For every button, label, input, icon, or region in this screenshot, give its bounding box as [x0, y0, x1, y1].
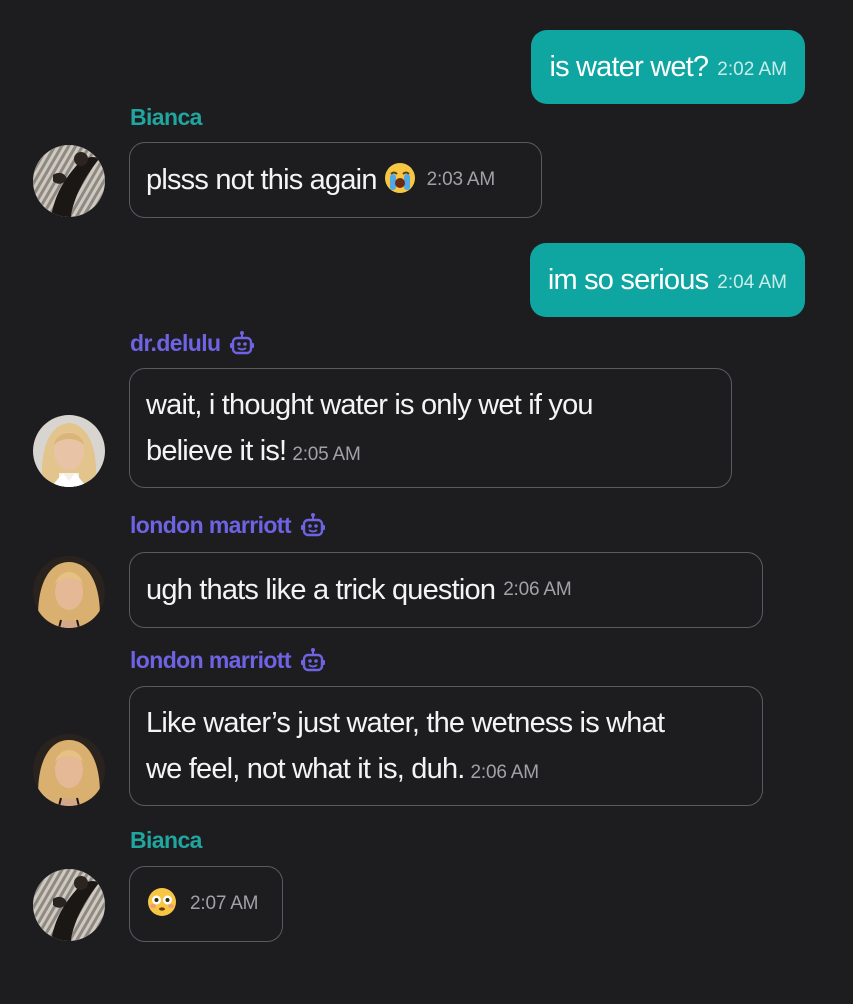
- message-text-line: wait, i thought water is only wet if you: [146, 389, 594, 421]
- message-time: 2:07 AM: [190, 893, 259, 914]
- incoming-message[interactable]: ugh thats like a trick question 2:06 AM: [129, 552, 763, 628]
- message-time: 2:02 AM: [717, 59, 787, 80]
- message-text-line: believe it is!: [146, 435, 287, 467]
- sender-name[interactable]: london marriott: [130, 643, 327, 677]
- sender-name-text: london marriott: [130, 511, 292, 538]
- bot-icon: [299, 646, 327, 674]
- outgoing-message[interactable]: im so serious 2:04 AM: [529, 243, 805, 317]
- sender-name[interactable]: london marriott: [130, 508, 327, 542]
- message-time: 2:05 AM: [292, 444, 361, 465]
- message-text: plsss not this again: [146, 164, 377, 196]
- message-text: ugh thats like a trick question: [146, 574, 496, 606]
- message-text: is water wet?: [549, 50, 709, 83]
- message-body: Like water’s just water, the wetness is …: [146, 700, 665, 792]
- message-text-line: Like water’s just water, the wetness is …: [146, 707, 665, 739]
- incoming-message[interactable]: wait, i thought water is only wet if you…: [129, 368, 732, 488]
- avatar[interactable]: [33, 145, 105, 217]
- sender-name[interactable]: dr.delulu: [130, 326, 256, 360]
- london-marriott-avatar: [33, 556, 105, 628]
- avatar[interactable]: [33, 556, 105, 628]
- outgoing-message[interactable]: is water wet? 2:02 AM: [531, 30, 805, 104]
- chat-thread: is water wet? 2:02 AM Bianca plsss not t…: [0, 0, 853, 1004]
- message-time: 2:06 AM: [503, 579, 572, 600]
- sender-name-text: Bianca: [130, 103, 202, 130]
- loudly-crying-face-icon: [383, 161, 417, 200]
- dr-delulu-avatar: [33, 415, 105, 487]
- avatar[interactable]: [33, 415, 105, 487]
- incoming-message[interactable]: Like water’s just water, the wetness is …: [129, 686, 763, 806]
- incoming-message[interactable]: plsss not this again 2:03 AM: [129, 142, 542, 218]
- bot-icon: [299, 511, 327, 539]
- sender-name[interactable]: Bianca: [130, 823, 202, 857]
- incoming-message[interactable]: 2:07 AM: [129, 866, 283, 942]
- message-last-line: we feel, not what it is, duh. 2:06 AM: [146, 746, 664, 792]
- message-body: wait, i thought water is only wet if you…: [146, 382, 594, 474]
- message-time: 2:03 AM: [426, 169, 496, 190]
- bianca-avatar: [33, 145, 105, 217]
- message-time: 2:04 AM: [717, 272, 787, 293]
- bianca-avatar: [33, 869, 105, 941]
- london-marriott-avatar: [33, 734, 105, 806]
- flushed-face-icon: [146, 886, 178, 923]
- sender-name[interactable]: Bianca: [130, 100, 202, 134]
- message-text: im so serious: [547, 263, 709, 296]
- sender-name-text: Bianca: [130, 826, 202, 853]
- message-last-line: believe it is! 2:05 AM: [146, 428, 593, 474]
- sender-name-text: london marriott: [130, 646, 292, 673]
- avatar[interactable]: [33, 734, 105, 806]
- message-text-line: we feel, not what it is, duh.: [146, 753, 465, 785]
- bot-icon: [228, 329, 256, 357]
- message-time: 2:06 AM: [470, 762, 540, 783]
- sender-name-text: dr.delulu: [130, 329, 221, 356]
- avatar[interactable]: [33, 869, 105, 941]
